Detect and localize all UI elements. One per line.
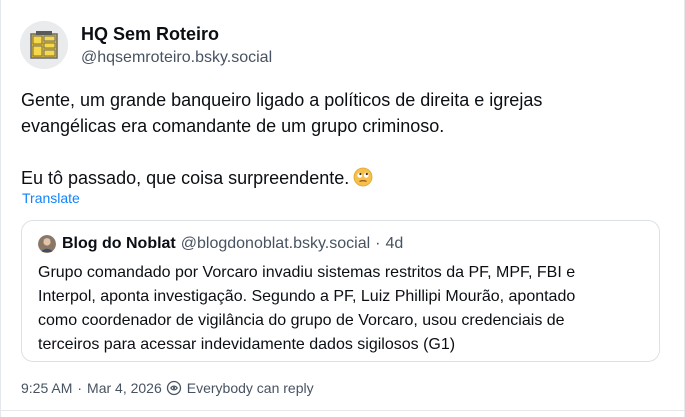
quoted-text-line: como coordenador de vigilância do grupo … xyxy=(38,312,565,329)
post-text-line: evangélicas era comandante de um grupo c… xyxy=(21,116,445,136)
translate-link[interactable]: Translate xyxy=(22,190,80,206)
post-card[interactable]: HQ Sem Roteiro @hqsemroteiro.bsky.social… xyxy=(0,0,685,417)
face-with-rolling-eyes-emoji xyxy=(353,167,373,194)
quoted-timestamp[interactable]: 4d xyxy=(385,235,403,253)
post-text-line: Eu tô passado, que coisa surpreendente. xyxy=(21,165,661,194)
quoted-text-line: Grupo comandado por Vorcaro invadiu sist… xyxy=(38,264,576,281)
quoted-post-header: Blog do Noblat @blogdonoblat.bsky.social… xyxy=(38,235,403,253)
author-display-name[interactable]: HQ Sem Roteiro xyxy=(81,24,219,45)
post-date[interactable]: Mar 4, 2026 xyxy=(87,380,162,396)
post-second-paragraph: Eu tô passado, que coisa surpreendente. xyxy=(21,168,350,188)
reply-setting-label[interactable]: Everybody can reply xyxy=(187,380,314,396)
quoted-post-text: Grupo comandado por Vorcaro invadiu sist… xyxy=(38,261,648,357)
meta-separator: · xyxy=(77,380,83,396)
person-photo-avatar-icon[interactable] xyxy=(38,235,56,253)
quoted-author-name[interactable]: Blog do Noblat xyxy=(62,235,176,253)
quoted-text-line: terceiros para acessar indevidamente dad… xyxy=(38,336,456,353)
post-text: Gente, um grande banqueiro ligado a polí… xyxy=(21,87,661,194)
author-handle[interactable]: @hqsemroteiro.bsky.social xyxy=(81,49,272,67)
everybody-reply-icon xyxy=(166,380,182,396)
post-time[interactable]: 9:25 AM xyxy=(21,380,72,396)
divider xyxy=(1,410,684,411)
author-avatar[interactable] xyxy=(20,21,68,69)
post-text-line: Gente, um grande banqueiro ligado a polí… xyxy=(21,90,543,110)
comic-panels-logo-icon xyxy=(20,21,68,69)
quoted-author-handle[interactable]: @blogdonoblat.bsky.social xyxy=(181,235,370,253)
quoted-text-line: Interpol, aponta investigação. Segundo a… xyxy=(38,288,576,305)
quoted-post[interactable]: Blog do Noblat @blogdonoblat.bsky.social… xyxy=(21,220,660,362)
quoted-separator: · xyxy=(375,235,381,252)
post-meta: 9:25 AM · Mar 4, 2026 Everybody can repl… xyxy=(21,380,314,396)
